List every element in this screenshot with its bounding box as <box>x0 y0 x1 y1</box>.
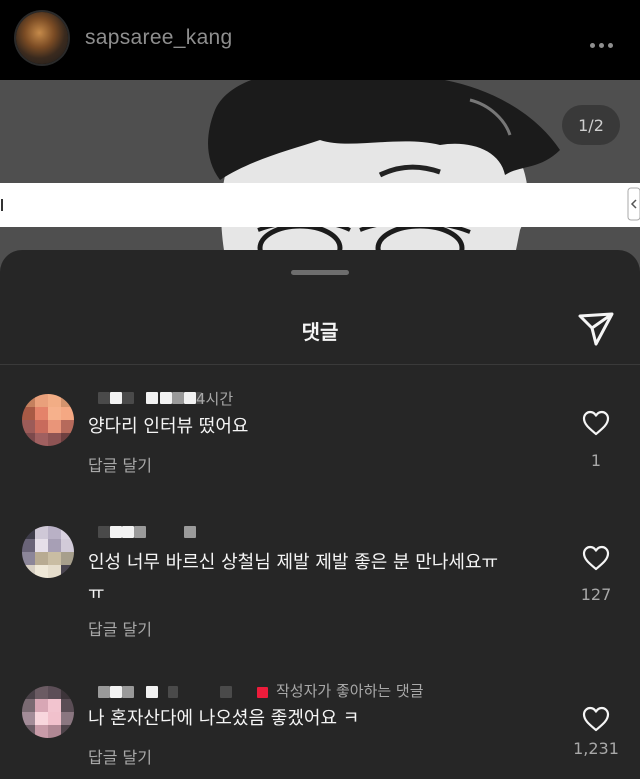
comment-text-line1: 인성 너무 바르신 상철님 제발 제발 좋은 분 만나세요ㅠ <box>88 552 499 573</box>
reply-button[interactable]: 답글 달기 <box>88 616 152 640</box>
reply-button[interactable]: 답글 달기 <box>88 452 152 476</box>
text-caret <box>1 199 3 211</box>
profile-avatar[interactable] <box>16 12 68 64</box>
heart-icon[interactable] <box>582 706 610 732</box>
like-count: 127 <box>580 585 612 604</box>
like-count: 1,231 <box>573 739 619 758</box>
comment-time: 4시간 <box>196 390 234 408</box>
sheet-title: 댓글 <box>301 320 339 344</box>
like-count: 1 <box>590 451 602 470</box>
post-header: sapsaree_kang <box>0 0 640 80</box>
creator-liked-icon <box>257 687 268 698</box>
commenter-avatar[interactable] <box>22 394 74 446</box>
creator-liked-badge: 작성자가 좋아하는 댓글 <box>276 682 424 700</box>
strip-edge-icon <box>627 187 640 221</box>
comments-sheet: 댓글 4시간 양다리 인터뷰 떴어요 답글 달기 1 인성 너무 바르신 상철님… <box>0 250 640 779</box>
comment-text-line2: ㅠ <box>88 583 105 604</box>
page-indicator: 1/2 <box>562 105 620 145</box>
commenter-name-redacted[interactable] <box>88 390 488 406</box>
divider <box>0 364 640 365</box>
text-input-strip[interactable] <box>0 183 640 227</box>
comment-text: 나 혼자산다에 나오셨음 좋겠어요 ㅋ <box>88 708 360 729</box>
commenter-avatar[interactable] <box>22 526 74 578</box>
comment-text: 양다리 인터뷰 떴어요 <box>88 416 249 437</box>
drag-handle[interactable] <box>291 270 349 275</box>
heart-icon[interactable] <box>582 545 610 571</box>
reply-button[interactable]: 답글 달기 <box>88 744 152 768</box>
commenter-name-redacted[interactable] <box>88 524 488 540</box>
commenter-avatar[interactable] <box>22 686 74 738</box>
username[interactable]: sapsaree_kang <box>85 26 233 50</box>
send-icon[interactable] <box>576 308 616 348</box>
heart-icon[interactable] <box>582 410 610 436</box>
comment-text: 인성 너무 바르신 상철님 제발 제발 좋은 분 만나세요ㅠ ㅠ <box>88 547 548 609</box>
more-horizontal-icon[interactable] <box>590 33 618 48</box>
